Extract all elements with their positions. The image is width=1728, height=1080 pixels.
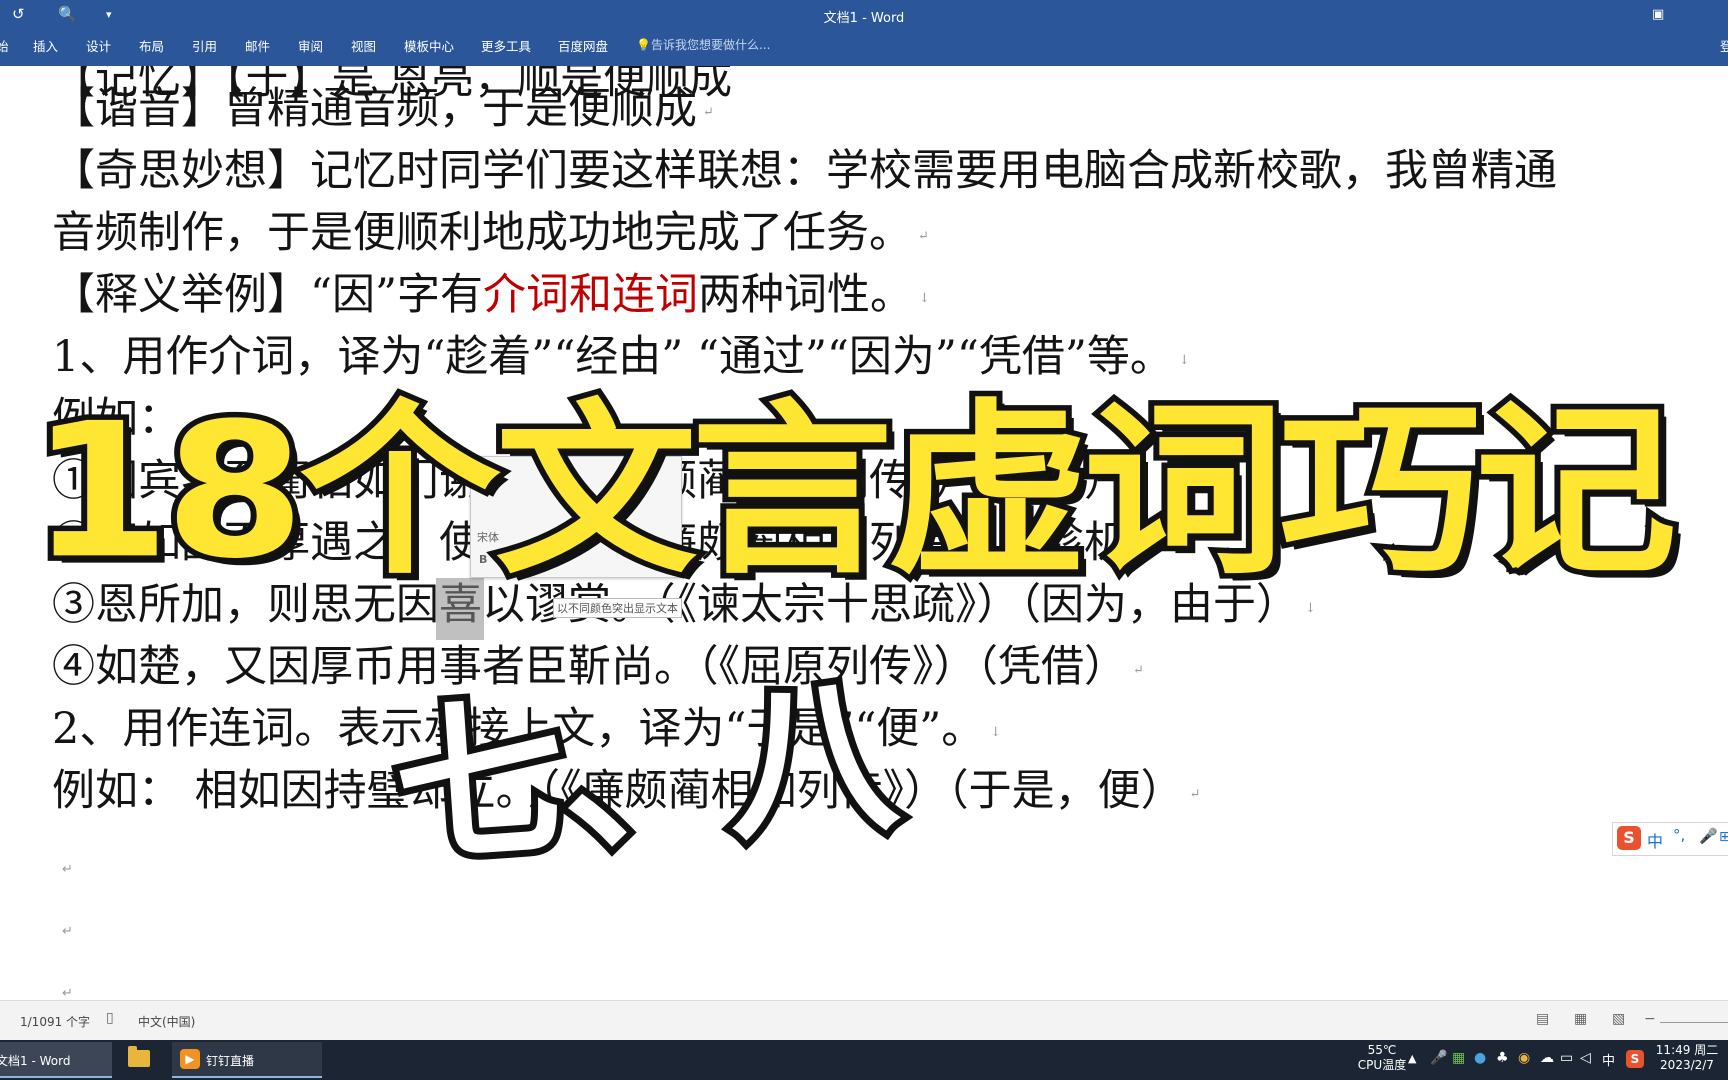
taskbar-dingtalk-label: 钉钉直播: [206, 1054, 255, 1068]
file-explorer-icon[interactable]: [128, 1046, 150, 1067]
tab-layout[interactable]: 布局: [139, 36, 164, 55]
taskbar-dingtalk-window[interactable]: ▶ 钉钉直播: [172, 1042, 322, 1078]
color-app-icon[interactable]: ◉: [1518, 1050, 1530, 1066]
doc-line-3: 音频制作，于是便顺利地成功地完成了任务。 ↵: [52, 208, 929, 258]
tab-insert[interactable]: 插入: [33, 36, 58, 55]
sogou-logo-icon: S: [1617, 826, 1641, 850]
taskbar-ime-indicator[interactable]: 中: [1602, 1050, 1615, 1069]
status-bar: 1/1091 个字 ▯ 中文(中国) ▤ ▦ ▧ −: [0, 1000, 1728, 1041]
system-clock[interactable]: 11:49 周二 2023/2/7: [1650, 1043, 1724, 1073]
chat-app-icon[interactable]: ●: [1474, 1050, 1486, 1066]
sign-in-partial[interactable]: 登: [1720, 36, 1728, 55]
dingtalk-icon: ▶: [180, 1049, 200, 1069]
tab-baidu-netdisk[interactable]: 百度网盘: [558, 36, 608, 55]
cloud-tray-icon[interactable]: ☁: [1540, 1050, 1554, 1066]
taskbar: 文档1 - Word ▶ 钉钉直播 55℃ CPU温度 ▲ 🎤 ▦ ● ♣ ◉ …: [0, 1040, 1728, 1080]
overlay-title: 18个文言虚词巧记: [24, 382, 1683, 600]
doc-line-5: 1、用作介词，译为“趁着”“经由” “通过”“因为”“凭借”等。 ↓: [52, 332, 1190, 382]
language-indicator[interactable]: 中文(中国): [138, 1013, 195, 1030]
tab-view[interactable]: 视图: [351, 36, 376, 55]
app-tray-icon[interactable]: ♣: [1496, 1050, 1509, 1066]
proofing-icon[interactable]: ▯: [106, 1010, 114, 1026]
zoom-out-icon[interactable]: −: [1644, 1011, 1656, 1027]
tab-start-partial[interactable]: 始: [0, 36, 9, 55]
doc-line-2: 【奇思妙想】记忆时同学们要这样联想：学校需要用电脑合成新校歌，我曾精通: [52, 146, 1557, 196]
highlight-tooltip: 以不同颜色突出显示文本: [553, 598, 682, 618]
tab-mailings[interactable]: 邮件: [245, 36, 270, 55]
doc-line-4: 【释义举例】“因”字有介词和连词两种词性。 ↓: [52, 270, 930, 320]
red-text: 介词和连词: [482, 270, 698, 320]
lightbulb-icon: 💡: [636, 38, 651, 52]
ime-punct-button[interactable]: °,: [1673, 826, 1685, 844]
tell-me-search[interactable]: 💡告诉我您想要做什么...: [636, 36, 770, 53]
tell-me-placeholder: 告诉我您想要做什么...: [650, 38, 771, 52]
volume-icon[interactable]: ◁: [1580, 1050, 1591, 1066]
ribbon-tabs: 始 插入 设计 布局 引用 邮件 审阅 视图 模板中心 更多工具 百度网盘 💡告…: [0, 30, 1728, 66]
paragraph-mark: ↵: [62, 862, 73, 877]
tab-template-center[interactable]: 模板中心: [404, 36, 454, 55]
network-icon[interactable]: ▭: [1560, 1050, 1573, 1066]
print-layout-icon[interactable]: ▦: [1574, 1011, 1587, 1027]
read-mode-icon[interactable]: ▤: [1536, 1011, 1549, 1027]
ime-toolbar[interactable]: S 中 °, 🎤 ⊞: [1612, 822, 1728, 856]
tab-review[interactable]: 审阅: [298, 36, 323, 55]
overlay-subtitle: 七、八: [382, 650, 907, 896]
tab-more-tools[interactable]: 更多工具: [481, 36, 531, 55]
tab-references[interactable]: 引用: [192, 36, 217, 55]
window-title: 文档1 - Word: [823, 11, 905, 26]
web-layout-icon[interactable]: ▧: [1612, 1011, 1625, 1027]
ime-mode-button[interactable]: 中: [1647, 828, 1663, 852]
tab-design[interactable]: 设计: [86, 36, 111, 55]
zoom-slider[interactable]: [1660, 1022, 1728, 1023]
paragraph-mark: ↵: [62, 924, 73, 939]
doc-line-1: 【谐音】曾精通音频，于是便顺成 ↵: [52, 84, 714, 134]
microphone-tray-icon[interactable]: 🎤: [1430, 1050, 1447, 1066]
tray-expand-icon[interactable]: ▲: [1408, 1052, 1416, 1065]
ime-more-icon[interactable]: ⊞: [1719, 829, 1728, 845]
taskbar-word-label: 文档1 - Word: [0, 1054, 71, 1068]
clock-date: 2023/2/7: [1660, 1058, 1714, 1072]
sogou-tray-icon[interactable]: S: [1626, 1050, 1644, 1068]
taskbar-word-window[interactable]: 文档1 - Word: [0, 1042, 112, 1078]
microphone-icon[interactable]: 🎤: [1699, 827, 1718, 845]
title-bar: ↺ 🔍 ▾ 文档1 - Word ▣: [0, 0, 1728, 30]
grid-app-icon[interactable]: ▦: [1452, 1050, 1465, 1066]
paragraph-mark: ↵: [62, 986, 73, 1000]
ribbon-display-options-icon[interactable]: ▣: [1652, 7, 1664, 22]
word-count[interactable]: 1/1091 个字: [20, 1013, 90, 1030]
clock-time: 11:49 周二: [1655, 1043, 1719, 1057]
